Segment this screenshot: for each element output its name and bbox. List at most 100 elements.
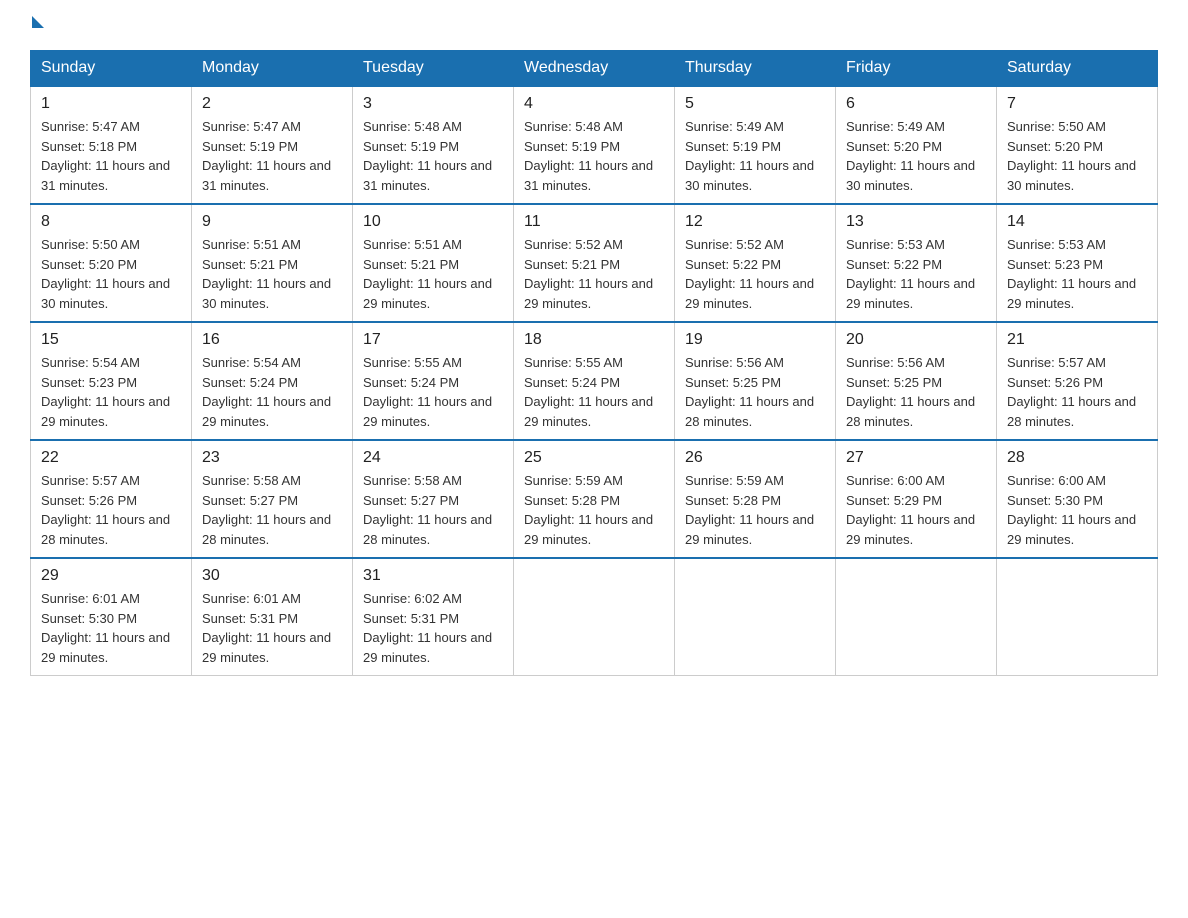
- day-info: Sunrise: 5:53 AMSunset: 5:23 PMDaylight:…: [1007, 235, 1147, 313]
- calendar-cell: 29 Sunrise: 6:01 AMSunset: 5:30 PMDaylig…: [31, 558, 192, 676]
- calendar-cell: 25 Sunrise: 5:59 AMSunset: 5:28 PMDaylig…: [514, 440, 675, 558]
- column-header-monday: Monday: [192, 51, 353, 87]
- day-info: Sunrise: 5:51 AMSunset: 5:21 PMDaylight:…: [363, 235, 503, 313]
- calendar-cell: 9 Sunrise: 5:51 AMSunset: 5:21 PMDayligh…: [192, 204, 353, 322]
- day-info: Sunrise: 5:49 AMSunset: 5:19 PMDaylight:…: [685, 117, 825, 195]
- day-info: Sunrise: 5:47 AMSunset: 5:19 PMDaylight:…: [202, 117, 342, 195]
- calendar-cell: 8 Sunrise: 5:50 AMSunset: 5:20 PMDayligh…: [31, 204, 192, 322]
- day-info: Sunrise: 6:00 AMSunset: 5:30 PMDaylight:…: [1007, 471, 1147, 549]
- day-info: Sunrise: 5:57 AMSunset: 5:26 PMDaylight:…: [1007, 353, 1147, 431]
- day-info: Sunrise: 5:47 AMSunset: 5:18 PMDaylight:…: [41, 117, 181, 195]
- day-number: 17: [363, 331, 503, 349]
- calendar-cell: 19 Sunrise: 5:56 AMSunset: 5:25 PMDaylig…: [675, 322, 836, 440]
- calendar-cell: 12 Sunrise: 5:52 AMSunset: 5:22 PMDaylig…: [675, 204, 836, 322]
- day-number: 22: [41, 449, 181, 467]
- calendar-cell: 2 Sunrise: 5:47 AMSunset: 5:19 PMDayligh…: [192, 86, 353, 204]
- calendar-cell: 27 Sunrise: 6:00 AMSunset: 5:29 PMDaylig…: [836, 440, 997, 558]
- day-info: Sunrise: 5:55 AMSunset: 5:24 PMDaylight:…: [524, 353, 664, 431]
- logo-triangle-icon: [32, 16, 44, 28]
- day-info: Sunrise: 5:54 AMSunset: 5:24 PMDaylight:…: [202, 353, 342, 431]
- calendar-cell: 28 Sunrise: 6:00 AMSunset: 5:30 PMDaylig…: [997, 440, 1158, 558]
- day-number: 19: [685, 331, 825, 349]
- day-info: Sunrise: 5:59 AMSunset: 5:28 PMDaylight:…: [524, 471, 664, 549]
- day-number: 5: [685, 95, 825, 113]
- day-info: Sunrise: 5:50 AMSunset: 5:20 PMDaylight:…: [41, 235, 181, 313]
- calendar-cell: 7 Sunrise: 5:50 AMSunset: 5:20 PMDayligh…: [997, 86, 1158, 204]
- day-number: 7: [1007, 95, 1147, 113]
- day-number: 27: [846, 449, 986, 467]
- calendar-cell: 15 Sunrise: 5:54 AMSunset: 5:23 PMDaylig…: [31, 322, 192, 440]
- day-info: Sunrise: 6:00 AMSunset: 5:29 PMDaylight:…: [846, 471, 986, 549]
- day-number: 14: [1007, 213, 1147, 231]
- column-header-wednesday: Wednesday: [514, 51, 675, 87]
- calendar-cell: 20 Sunrise: 5:56 AMSunset: 5:25 PMDaylig…: [836, 322, 997, 440]
- day-number: 20: [846, 331, 986, 349]
- day-info: Sunrise: 5:55 AMSunset: 5:24 PMDaylight:…: [363, 353, 503, 431]
- column-header-tuesday: Tuesday: [353, 51, 514, 87]
- day-info: Sunrise: 5:56 AMSunset: 5:25 PMDaylight:…: [685, 353, 825, 431]
- calendar-header-row: SundayMondayTuesdayWednesdayThursdayFrid…: [31, 51, 1158, 87]
- day-info: Sunrise: 5:53 AMSunset: 5:22 PMDaylight:…: [846, 235, 986, 313]
- day-number: 31: [363, 567, 503, 585]
- calendar-cell: 6 Sunrise: 5:49 AMSunset: 5:20 PMDayligh…: [836, 86, 997, 204]
- week-row-5: 29 Sunrise: 6:01 AMSunset: 5:30 PMDaylig…: [31, 558, 1158, 676]
- day-info: Sunrise: 5:56 AMSunset: 5:25 PMDaylight:…: [846, 353, 986, 431]
- calendar-cell: 3 Sunrise: 5:48 AMSunset: 5:19 PMDayligh…: [353, 86, 514, 204]
- page-header: [30, 20, 1158, 32]
- day-number: 28: [1007, 449, 1147, 467]
- day-number: 30: [202, 567, 342, 585]
- day-info: Sunrise: 6:01 AMSunset: 5:30 PMDaylight:…: [41, 589, 181, 667]
- day-number: 12: [685, 213, 825, 231]
- day-number: 13: [846, 213, 986, 231]
- calendar-cell: 11 Sunrise: 5:52 AMSunset: 5:21 PMDaylig…: [514, 204, 675, 322]
- day-number: 2: [202, 95, 342, 113]
- calendar-cell: 26 Sunrise: 5:59 AMSunset: 5:28 PMDaylig…: [675, 440, 836, 558]
- calendar-cell: 21 Sunrise: 5:57 AMSunset: 5:26 PMDaylig…: [997, 322, 1158, 440]
- day-info: Sunrise: 5:59 AMSunset: 5:28 PMDaylight:…: [685, 471, 825, 549]
- calendar-cell: 16 Sunrise: 5:54 AMSunset: 5:24 PMDaylig…: [192, 322, 353, 440]
- day-number: 10: [363, 213, 503, 231]
- calendar-cell: 31 Sunrise: 6:02 AMSunset: 5:31 PMDaylig…: [353, 558, 514, 676]
- calendar-cell: 5 Sunrise: 5:49 AMSunset: 5:19 PMDayligh…: [675, 86, 836, 204]
- day-number: 8: [41, 213, 181, 231]
- calendar-cell: 22 Sunrise: 5:57 AMSunset: 5:26 PMDaylig…: [31, 440, 192, 558]
- day-info: Sunrise: 5:54 AMSunset: 5:23 PMDaylight:…: [41, 353, 181, 431]
- day-info: Sunrise: 5:51 AMSunset: 5:21 PMDaylight:…: [202, 235, 342, 313]
- day-number: 24: [363, 449, 503, 467]
- day-number: 6: [846, 95, 986, 113]
- column-header-saturday: Saturday: [997, 51, 1158, 87]
- day-info: Sunrise: 5:52 AMSunset: 5:22 PMDaylight:…: [685, 235, 825, 313]
- day-info: Sunrise: 5:48 AMSunset: 5:19 PMDaylight:…: [363, 117, 503, 195]
- calendar-cell: 13 Sunrise: 5:53 AMSunset: 5:22 PMDaylig…: [836, 204, 997, 322]
- column-header-friday: Friday: [836, 51, 997, 87]
- calendar-table: SundayMondayTuesdayWednesdayThursdayFrid…: [30, 50, 1158, 676]
- week-row-4: 22 Sunrise: 5:57 AMSunset: 5:26 PMDaylig…: [31, 440, 1158, 558]
- day-info: Sunrise: 5:48 AMSunset: 5:19 PMDaylight:…: [524, 117, 664, 195]
- day-number: 21: [1007, 331, 1147, 349]
- day-number: 1: [41, 95, 181, 113]
- day-info: Sunrise: 5:57 AMSunset: 5:26 PMDaylight:…: [41, 471, 181, 549]
- day-number: 9: [202, 213, 342, 231]
- calendar-cell: 18 Sunrise: 5:55 AMSunset: 5:24 PMDaylig…: [514, 322, 675, 440]
- calendar-cell: 10 Sunrise: 5:51 AMSunset: 5:21 PMDaylig…: [353, 204, 514, 322]
- calendar-cell: [836, 558, 997, 676]
- calendar-cell: 24 Sunrise: 5:58 AMSunset: 5:27 PMDaylig…: [353, 440, 514, 558]
- calendar-cell: 1 Sunrise: 5:47 AMSunset: 5:18 PMDayligh…: [31, 86, 192, 204]
- day-number: 4: [524, 95, 664, 113]
- day-info: Sunrise: 5:58 AMSunset: 5:27 PMDaylight:…: [202, 471, 342, 549]
- day-number: 11: [524, 213, 664, 231]
- calendar-cell: 23 Sunrise: 5:58 AMSunset: 5:27 PMDaylig…: [192, 440, 353, 558]
- calendar-cell: 14 Sunrise: 5:53 AMSunset: 5:23 PMDaylig…: [997, 204, 1158, 322]
- calendar-cell: 4 Sunrise: 5:48 AMSunset: 5:19 PMDayligh…: [514, 86, 675, 204]
- week-row-2: 8 Sunrise: 5:50 AMSunset: 5:20 PMDayligh…: [31, 204, 1158, 322]
- calendar-cell: [997, 558, 1158, 676]
- day-info: Sunrise: 5:58 AMSunset: 5:27 PMDaylight:…: [363, 471, 503, 549]
- day-info: Sunrise: 6:02 AMSunset: 5:31 PMDaylight:…: [363, 589, 503, 667]
- column-header-sunday: Sunday: [31, 51, 192, 87]
- day-info: Sunrise: 6:01 AMSunset: 5:31 PMDaylight:…: [202, 589, 342, 667]
- column-header-thursday: Thursday: [675, 51, 836, 87]
- week-row-3: 15 Sunrise: 5:54 AMSunset: 5:23 PMDaylig…: [31, 322, 1158, 440]
- calendar-cell: [675, 558, 836, 676]
- calendar-cell: 17 Sunrise: 5:55 AMSunset: 5:24 PMDaylig…: [353, 322, 514, 440]
- day-number: 26: [685, 449, 825, 467]
